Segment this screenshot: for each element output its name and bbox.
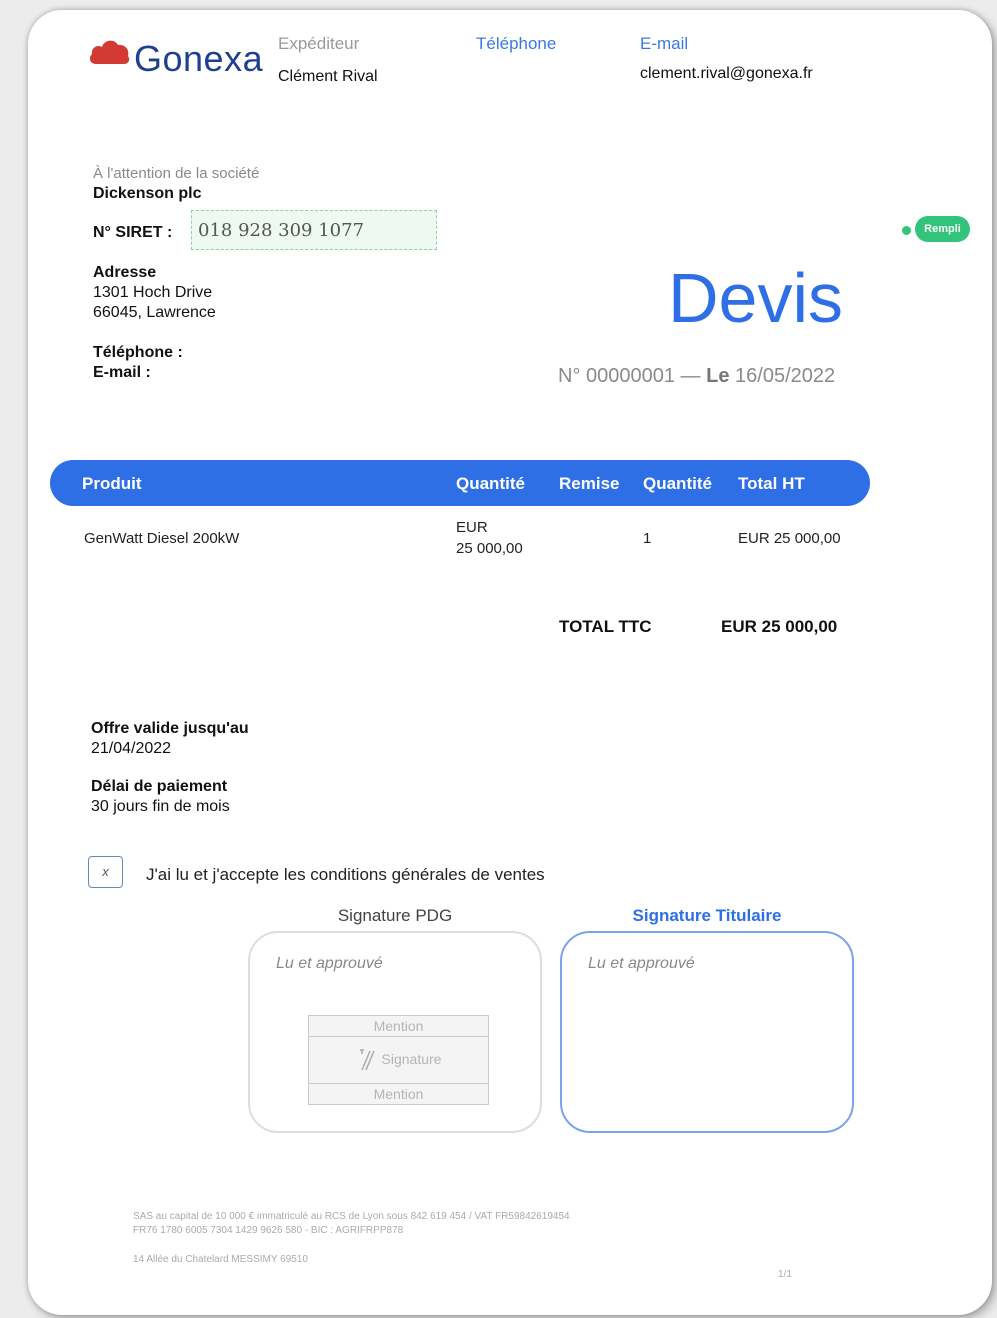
quote-date: 16/05/2022 [735,365,836,387]
column-header-discount: Remise [559,474,620,493]
brand-name: Gonexa [134,38,264,79]
footer-legal-line-2: FR76 1780 6005 7304 1429 9626 580 - BIC … [133,1225,404,1236]
cloud-logo-icon [89,40,130,64]
sender-value: Clément Rival [278,68,378,85]
company-name: Dickenson plc [93,185,202,202]
mention-bottom: Mention [308,1083,489,1105]
cgv-checkbox[interactable]: x [88,856,123,888]
signature-area: Signature [308,1037,489,1083]
cgv-label: J'ai lu et j'accepte les conditions géné… [146,865,545,884]
page-number: 1/1 [778,1269,792,1280]
signature-stamp: Mention Signature Mention [308,1015,489,1105]
quote-separator: — [680,365,701,387]
quote-date-label: Le [706,365,730,387]
footer-legal-line-1: SAS au capital de 10 000 € immatriculé a… [133,1211,570,1222]
recipient-email-label: E-mail : [93,364,151,381]
signature-holder-title: Signature Titulaire [632,906,782,925]
siret-label: N° SIRET : [93,224,173,241]
email-label: E-mail [640,34,689,53]
column-header-total-ht: Total HT [738,474,805,493]
quote-page: Gonexa Expéditeur Clément Rival Téléphon… [28,10,992,1315]
status-dot [902,226,911,235]
address-line-1: 1301 Hoch Drive [93,284,213,301]
address-label: Adresse [93,264,157,281]
column-header-quantity: Quantité [456,474,525,493]
footer-address: 14 Allée du Chatelard MESSIMY 69510 [133,1254,308,1265]
signature-pdg-box: Lu et approuvé Mention Signature Mention [248,931,542,1133]
pen-icon [359,1049,375,1071]
column-header-quantity-2: Quantité [643,474,712,493]
column-header-product: Produit [82,474,142,493]
payment-label: Délai de paiement [91,778,228,795]
row-quantity: 1 [643,530,652,547]
recipient-phone-label: Téléphone : [93,344,183,361]
payment-value: 30 jours fin de mois [91,798,230,815]
row-total: EUR 25 000,00 [738,530,841,547]
mention-top: Mention [308,1015,489,1037]
siret-field[interactable]: 018 928 309 1077 [191,210,437,250]
phone-label: Téléphone [476,34,557,53]
address-line-2: 66045, Lawrence [93,304,216,321]
signature-label: Signature [381,1051,442,1067]
status-badge: Rempli [915,216,970,242]
quote-number: N° 00000001 [558,365,675,387]
table-header: Produit Quantité Remise Quantité Total H… [50,460,870,506]
row-price-amount: 25 000,00 [456,540,523,557]
quote-number-line: N° 00000001 — Le 16/05/2022 [558,365,835,388]
total-ttc-value: EUR 25 000,00 [721,617,838,636]
email-value: clement.rival@gonexa.fr [640,65,813,82]
attention-label: À l'attention de la société [93,165,260,182]
row-product: GenWatt Diesel 200kW [84,530,240,547]
row-price-currency: EUR [456,519,488,536]
signature-pdg-title: Signature PDG [337,906,453,925]
validity-label: Offre valide jusqu'au [91,720,249,737]
document-title: Devis [668,259,844,337]
signature-pdg-placeholder: Lu et approuvé [276,955,383,972]
sender-label: Expéditeur [278,34,360,53]
signature-holder-box[interactable]: Lu et approuvé [560,931,854,1133]
total-ttc-label: TOTAL TTC [559,617,652,636]
signature-holder-placeholder: Lu et approuvé [588,955,695,972]
validity-value: 21/04/2022 [91,740,172,757]
